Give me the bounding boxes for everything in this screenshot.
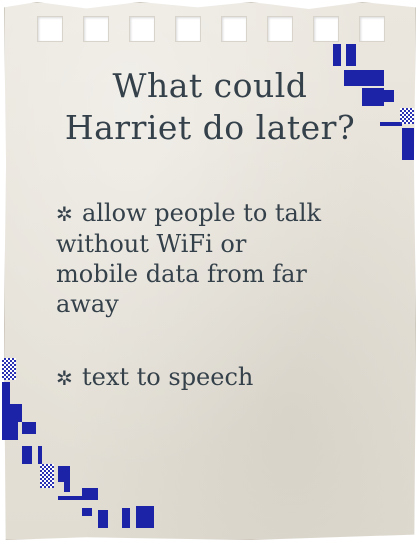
- pixel-decoration: [400, 108, 414, 124]
- punch-hole: [221, 16, 247, 42]
- punch-hole: [37, 16, 63, 42]
- pixel-decoration: [82, 508, 92, 516]
- pixel-decoration: [38, 446, 42, 464]
- pixel-decoration: [346, 44, 356, 66]
- asterisk-bullet-icon: ✲: [56, 366, 73, 390]
- punch-hole: [83, 16, 109, 42]
- bullet-line: ✲ text to speech: [56, 362, 376, 393]
- punch-hole: [129, 16, 155, 42]
- pixel-decoration: [40, 464, 54, 488]
- bullet-line: without WiFi or: [56, 230, 247, 258]
- pixel-decoration: [402, 128, 414, 160]
- pixel-decoration: [58, 466, 70, 482]
- bullet-text: allow people to talk: [82, 199, 322, 227]
- pixel-decoration: [344, 70, 384, 86]
- canvas: What could Harriet do later? ✲ allow peop…: [0, 0, 420, 544]
- bullet-item-2: ✲ text to speech: [56, 362, 376, 393]
- pixel-decoration: [22, 422, 36, 434]
- punch-hole: [359, 16, 385, 42]
- pixel-decoration: [82, 488, 98, 498]
- bullet-text: text to speech: [82, 363, 254, 391]
- punch-hole: [313, 16, 339, 42]
- pixel-decoration: [136, 506, 154, 528]
- pixel-decoration: [362, 88, 384, 106]
- pixel-decoration: [380, 122, 402, 126]
- pixel-decoration: [122, 508, 130, 528]
- punch-hole: [175, 16, 201, 42]
- pixel-decoration: [98, 510, 108, 528]
- pixel-decoration: [2, 382, 10, 404]
- pixel-decoration: [64, 482, 70, 492]
- pixel-decoration: [2, 422, 18, 440]
- pixel-decoration: [2, 404, 22, 422]
- bullet-line: ✲ allow people to talk: [56, 198, 376, 229]
- pixel-decoration: [22, 446, 32, 464]
- bullet-line: mobile data from far: [56, 260, 307, 288]
- punch-hole: [267, 16, 293, 42]
- bullet-line: away: [56, 290, 119, 318]
- pixel-decoration: [384, 90, 394, 102]
- bullet-item-1: ✲ allow people to talk without WiFi or mo…: [56, 198, 376, 319]
- pixel-decoration: [2, 358, 16, 380]
- title-line-2: Harriet do later?: [64, 108, 356, 147]
- asterisk-bullet-icon: ✲: [56, 202, 73, 226]
- pixel-decoration: [333, 44, 341, 66]
